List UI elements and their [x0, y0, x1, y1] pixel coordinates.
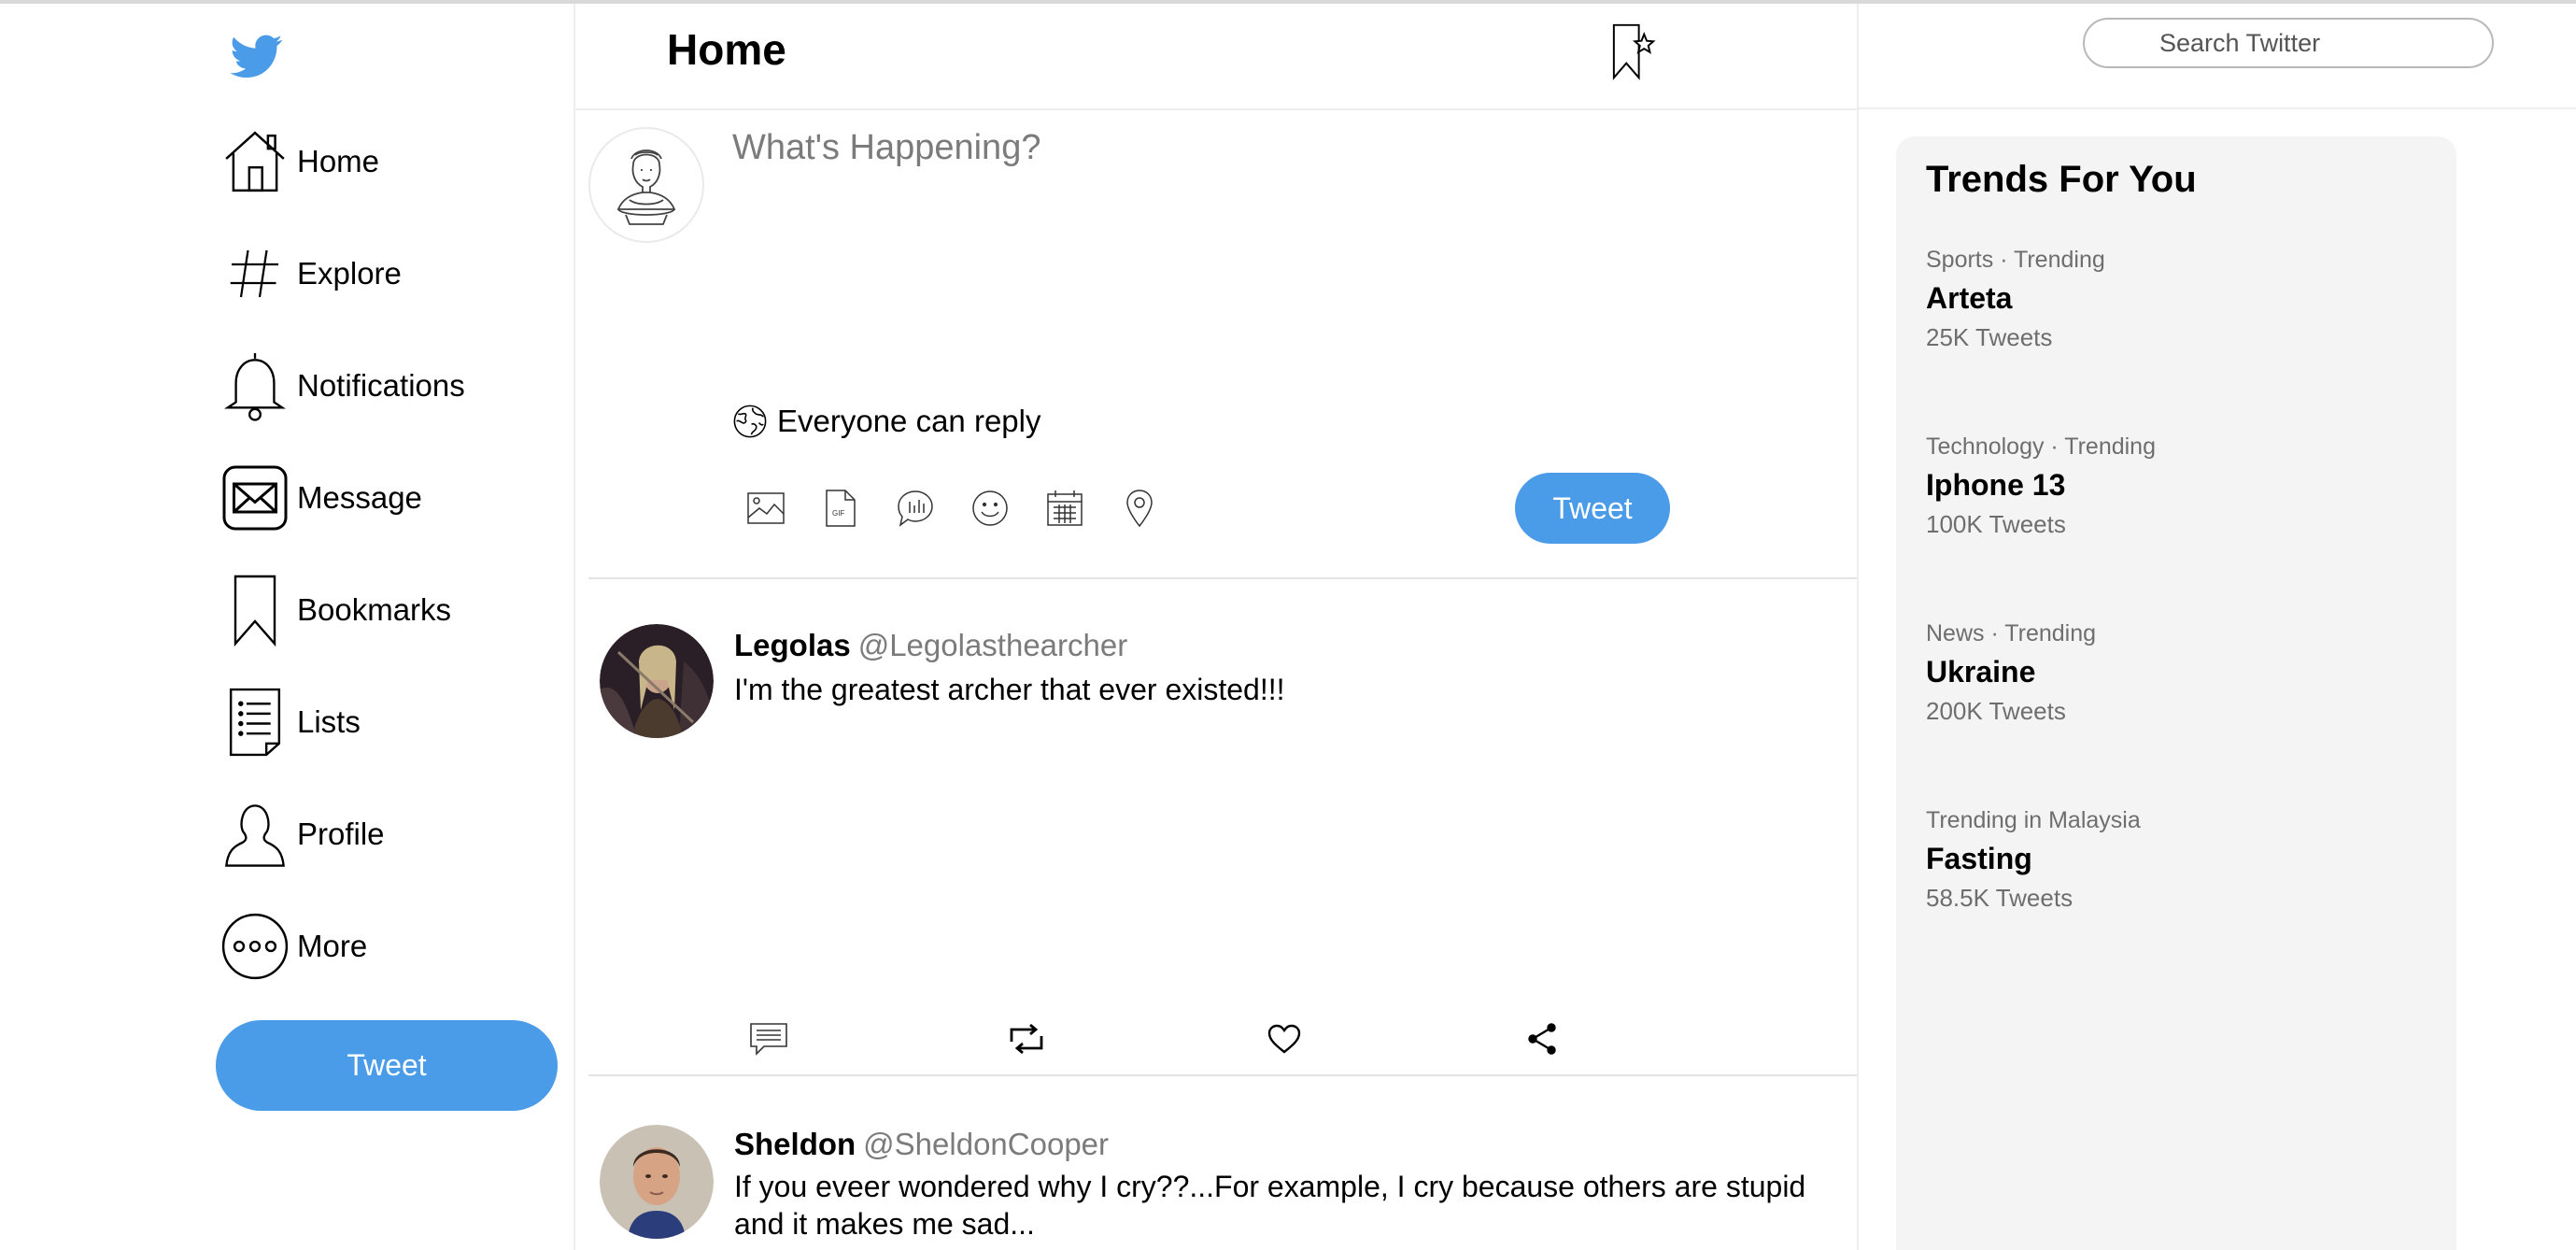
feed-header: Home [575, 4, 1857, 110]
search-input[interactable] [2083, 18, 2494, 68]
reply-setting[interactable]: Everyone can reply [732, 404, 1040, 439]
reply-setting-label: Everyone can reply [777, 404, 1041, 438]
tweet-author-handle[interactable]: @Legolasthearcher [858, 628, 1128, 662]
page-title: Home [667, 25, 786, 74]
compose-toolbar: GIF [743, 486, 1192, 531]
bell-icon [219, 348, 291, 424]
twitter-logo-icon[interactable] [228, 30, 286, 82]
nav-profile-label: Profile [297, 817, 385, 851]
nav-home[interactable]: Home [219, 123, 379, 200]
nav-more[interactable]: More [219, 908, 367, 985]
tweet-text: I'm the greatest archer that ever existe… [734, 673, 1285, 706]
legolas-avatar-image [600, 624, 714, 738]
nav-explore[interactable]: Explore [219, 235, 402, 312]
location-icon[interactable] [1117, 486, 1162, 531]
sheldon-avatar-image [600, 1125, 714, 1239]
nav-notifications[interactable]: Notifications [219, 348, 465, 424]
gif-icon[interactable]: GIF [818, 486, 863, 531]
nav-lists[interactable]: Lists [219, 684, 361, 760]
left-sidebar: Home Explore Notifications Message Bookm… [0, 0, 573, 1250]
retweet-icon[interactable] [1005, 1017, 1048, 1060]
envelope-icon [219, 460, 291, 536]
compose-box: Everyone can reply GIF Tweet [588, 110, 1857, 579]
trend-item[interactable]: News · Trending Ukraine 200K Tweets [1926, 620, 2096, 726]
nav-home-label: Home [297, 144, 380, 178]
tweet-text: If you eveer wondered why I cry??...For … [734, 1170, 1806, 1241]
bookmark-star-icon[interactable] [1608, 22, 1659, 80]
poll-icon[interactable] [893, 486, 938, 531]
trend-meta: Technology · Trending [1926, 433, 2156, 460]
more-icon [219, 908, 291, 985]
user-avatar[interactable] [588, 127, 704, 243]
avatar[interactable] [600, 1125, 714, 1239]
bust-avatar-icon [616, 149, 676, 225]
nav-explore-label: Explore [297, 256, 402, 291]
nav-more-label: More [297, 929, 368, 963]
reply-icon[interactable] [747, 1017, 790, 1060]
sidebar-tweet-button[interactable]: Tweet [216, 1020, 558, 1111]
nav-notifications-label: Notifications [297, 368, 465, 403]
tweet-author-name[interactable]: Legolas [734, 628, 851, 662]
nav-message-label: Message [297, 480, 422, 515]
nav-lists-label: Lists [297, 704, 361, 739]
right-divider [1857, 4, 1859, 1250]
person-icon [219, 796, 291, 873]
list-icon [219, 684, 291, 760]
trend-count: 25K Tweets [1926, 323, 2053, 351]
trend-item[interactable]: Trending in Malaysia Fasting 58.5K Tweet… [1926, 807, 2141, 913]
tweet-item: Legolas @Legolasthearcher I'm the greates… [588, 579, 1857, 1076]
compose-input[interactable] [730, 127, 1668, 169]
tweet-header: Sheldon @SheldonCooper [734, 1127, 1109, 1162]
trends-title: Trends For You [1926, 159, 2197, 200]
bookmark-icon [219, 572, 291, 648]
nav-bookmarks-label: Bookmarks [297, 592, 452, 627]
share-icon[interactable] [1521, 1017, 1564, 1060]
hashtag-icon [219, 235, 291, 312]
trend-topic: Ukraine [1926, 655, 2036, 689]
trend-count: 200K Tweets [1926, 697, 2066, 725]
image-icon[interactable] [743, 486, 788, 531]
trends-panel: Trends For You Sports · Trending Arteta … [1896, 136, 2456, 1250]
trend-meta: Trending in Malaysia [1926, 807, 2141, 833]
trend-count: 100K Tweets [1926, 510, 2066, 538]
schedule-icon[interactable] [1042, 486, 1087, 531]
nav-profile[interactable]: Profile [219, 796, 385, 873]
trend-topic: Fasting [1926, 842, 2032, 875]
tweet-actions [747, 1017, 1778, 1060]
tweet-author-name[interactable]: Sheldon [734, 1127, 856, 1161]
tweet-author-handle[interactable]: @SheldonCooper [863, 1127, 1109, 1161]
nav-message[interactable]: Message [219, 460, 422, 536]
svg-text:GIF: GIF [832, 509, 844, 518]
home-icon [219, 123, 291, 200]
globe-icon [733, 405, 767, 438]
trend-meta: Sports · Trending [1926, 247, 2105, 273]
compose-tweet-button[interactable]: Tweet [1515, 473, 1670, 544]
like-icon[interactable] [1263, 1017, 1306, 1060]
trend-count: 58.5K Tweets [1926, 884, 2074, 912]
nav-bookmarks[interactable]: Bookmarks [219, 572, 451, 648]
trend-item[interactable]: Sports · Trending Arteta 25K Tweets [1926, 247, 2105, 352]
right-header-divider [1859, 107, 2576, 109]
emoji-icon[interactable] [968, 486, 1012, 531]
trend-meta: News · Trending [1926, 620, 2097, 646]
trend-topic: Iphone 13 [1926, 468, 2066, 502]
trend-item[interactable]: Technology · Trending Iphone 13 100K Twe… [1926, 433, 2156, 539]
left-divider [573, 4, 575, 1250]
trend-topic: Arteta [1926, 281, 2013, 315]
tweet-header: Legolas @Legolasthearcher [734, 628, 1127, 663]
tweet-item: Sheldon @SheldonCooper If you eveer wonde… [588, 1076, 1857, 1250]
avatar[interactable] [600, 624, 714, 738]
